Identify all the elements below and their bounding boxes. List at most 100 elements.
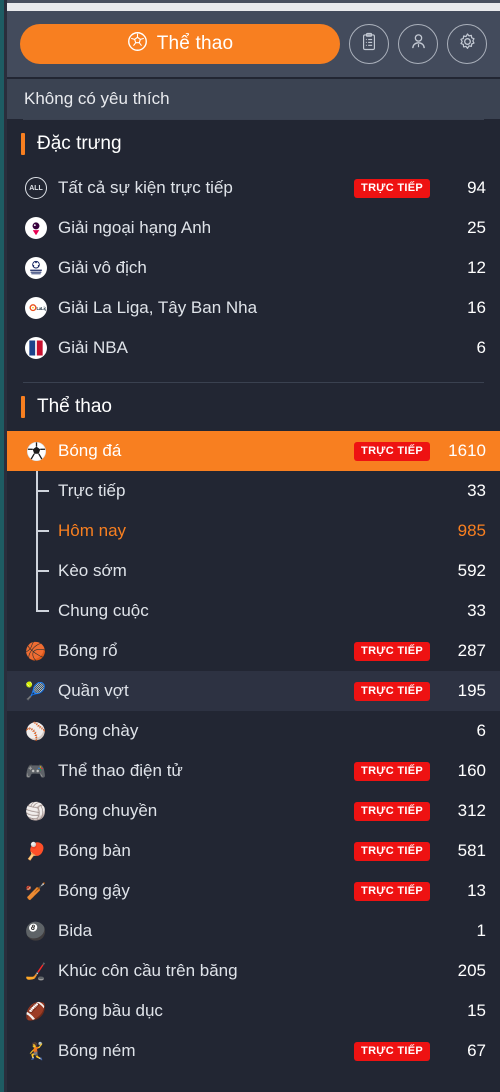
sport-item-count: 6 [476,721,486,740]
sportsbook-sidebar: Thể thao Không có yêu thích Đặc trưng AL… [0,0,500,1092]
tab-sports-label: Thể thao [156,33,234,54]
sport-item-label: Bida [58,921,93,940]
sport-item-11[interactable]: 🤾 Bóng ném TRỰC TIẾP 67 [7,1031,500,1071]
sport-item-9[interactable]: 🏒 Khúc côn cầu trên băng 205 [7,951,500,991]
cricket-icon: 🏏 [25,881,47,901]
sport-subitem-label: Hôm nay [58,521,127,540]
sidebar-scroll-body[interactable]: Đặc trưng ALL Tất cả sự kiện trực tiếp T… [7,119,500,1092]
sport-subitem-count: 985 [457,521,486,540]
featured-item-label: Giải NBA [58,338,128,357]
basketball-icon: 🏀 [25,641,47,661]
sports-list: 🏀 Bóng rổ TRỰC TIẾP 287 🎾 Quần vợt TRỰC TIẾP 19… [7,631,500,1071]
live-badge: TRỰC TIẾP [354,841,430,861]
featured-item-label: Tất cả sự kiện trực tiếp [58,178,233,197]
featured-item-count: 6 [476,338,486,357]
rugby-icon: 🏈 [25,1001,47,1021]
sport-item-5[interactable]: 🏐 Bóng chuyền TRỰC TIẾP 312 [7,791,500,831]
featured-section-header: Đặc trưng [7,120,500,168]
live-badge: TRỰC TIẾP [354,641,430,661]
sport-item-count: 1610 [448,441,486,460]
featured-item-label: Giải La Liga, Tây Ban Nha [58,298,258,317]
sport-item-6[interactable]: 🏓 Bóng bàn TRỰC TIẾP 581 [7,831,500,871]
account-button[interactable] [398,24,438,64]
sport-item-count: 195 [457,681,486,700]
window-light-strip [0,3,500,11]
sport-item-label: Bóng chuyền [58,801,158,820]
sport-item-count: 67 [467,1041,486,1060]
sport-item-label: Bóng đá [58,441,122,460]
sport-subitem-label: Chung cuộc [58,601,149,620]
featured-item-count: 16 [467,298,486,317]
section-accent-bar [21,396,25,418]
bet-slip-button[interactable] [349,24,389,64]
la-liga-icon: LaLiga [24,296,48,320]
sport-item-label: Thể thao điện tử [58,761,183,780]
sport-item-label: Khúc côn cầu trên băng [58,961,238,980]
tree-branch-icon [24,471,58,511]
sport-item-count: 205 [457,961,486,980]
sport-subitem-label: Trực tiếp [58,481,126,500]
sport-item-count: 287 [457,641,486,660]
sports-section-title: Thể thao [37,396,112,417]
sport-item-count: 160 [457,761,486,780]
sport-item-1[interactable]: 🏀 Bóng rổ TRỰC TIẾP 287 [7,631,500,671]
sport-item-label: Bóng rổ [58,641,118,660]
featured-section-title: Đặc trưng [37,133,122,154]
left-edge-inner [4,0,7,1092]
sport-subitem-label: Kèo sớm [58,561,127,580]
live-badge: TRỰC TIẾP [354,1041,430,1061]
billiards-icon: 🎱 [25,921,47,941]
favorites-empty-row[interactable]: Không có yêu thích [7,79,500,119]
sport-item-football[interactable]: Bóng đá TRỰC TIẾP 1610 [7,431,500,471]
sport-item-4[interactable]: 🎮 Thể thao điện tử TRỰC TIẾP 160 [7,751,500,791]
sport-item-label: Bóng ném [58,1041,136,1060]
sport-item-label: Bóng bầu dục [58,1001,163,1020]
gear-icon [457,31,478,57]
sport-subitem-outright[interactable]: Chung cuộc 33 [7,591,500,631]
live-badge: TRỰC TIẾP [354,441,430,461]
settings-button[interactable] [447,24,487,64]
sport-subitem-early[interactable]: Kèo sớm 592 [7,551,500,591]
live-badge: TRỰC TIẾP [354,761,430,781]
featured-item-count: 12 [467,258,486,277]
sport-subitem-today[interactable]: Hôm nay 985 [7,511,500,551]
top-navigation-bar: Thể thao [7,11,500,77]
sport-item-7[interactable]: 🏏 Bóng gậy TRỰC TIẾP 13 [7,871,500,911]
sport-item-label: Bóng gậy [58,881,130,900]
sports-section-header: Thể thao [7,383,500,431]
sport-item-3[interactable]: ⚾ Bóng chày 6 [7,711,500,751]
sport-item-count: 312 [457,801,486,820]
champions-league-icon [24,256,48,280]
soccer-ball-icon [24,439,48,463]
sport-item-count: 15 [467,1001,486,1020]
tab-sports[interactable]: Thể thao [20,24,340,64]
featured-item-nba[interactable]: Giải NBA 6 [7,328,500,368]
sport-item-label: Quần vợt [58,681,129,700]
featured-item-all-live[interactable]: ALL Tất cả sự kiện trực tiếp TRỰC TIẾP 9… [7,168,500,208]
section-accent-bar [21,133,25,155]
sport-item-count: 1 [476,921,486,940]
sport-item-label: Bóng bàn [58,841,131,860]
volleyball-icon: 🏐 [25,801,47,821]
sport-item-count: 581 [457,841,486,860]
sport-item-count: 13 [467,881,486,900]
pingpong-icon: 🏓 [25,841,47,861]
user-icon [408,31,429,57]
clipboard-icon [359,32,379,57]
sport-item-8[interactable]: 🎱 Bida 1 [7,911,500,951]
tree-branch-icon [24,511,58,551]
featured-item-la-liga[interactable]: LaLiga Giải La Liga, Tây Ban Nha 16 [7,288,500,328]
tree-branch-icon [24,591,58,631]
live-badge: TRỰC TIẾP [354,178,430,198]
soccer-ball-icon [127,31,148,57]
featured-item-champions-league[interactable]: Giải vô địch 12 [7,248,500,288]
tree-branch-icon [24,551,58,591]
tennis-ball-icon: 🎾 [25,681,47,701]
featured-item-premier-league[interactable]: Giải ngoại hạng Anh 25 [7,208,500,248]
sport-item-2[interactable]: 🎾 Quần vợt TRỰC TIẾP 195 [7,671,500,711]
sport-subitem-count: 33 [467,601,486,620]
sport-item-label: Bóng chày [58,721,139,740]
sport-item-10[interactable]: 🏈 Bóng bầu dục 15 [7,991,500,1031]
sport-subitem-live[interactable]: Trực tiếp 33 [7,471,500,511]
featured-item-label: Giải ngoại hạng Anh [58,218,212,237]
